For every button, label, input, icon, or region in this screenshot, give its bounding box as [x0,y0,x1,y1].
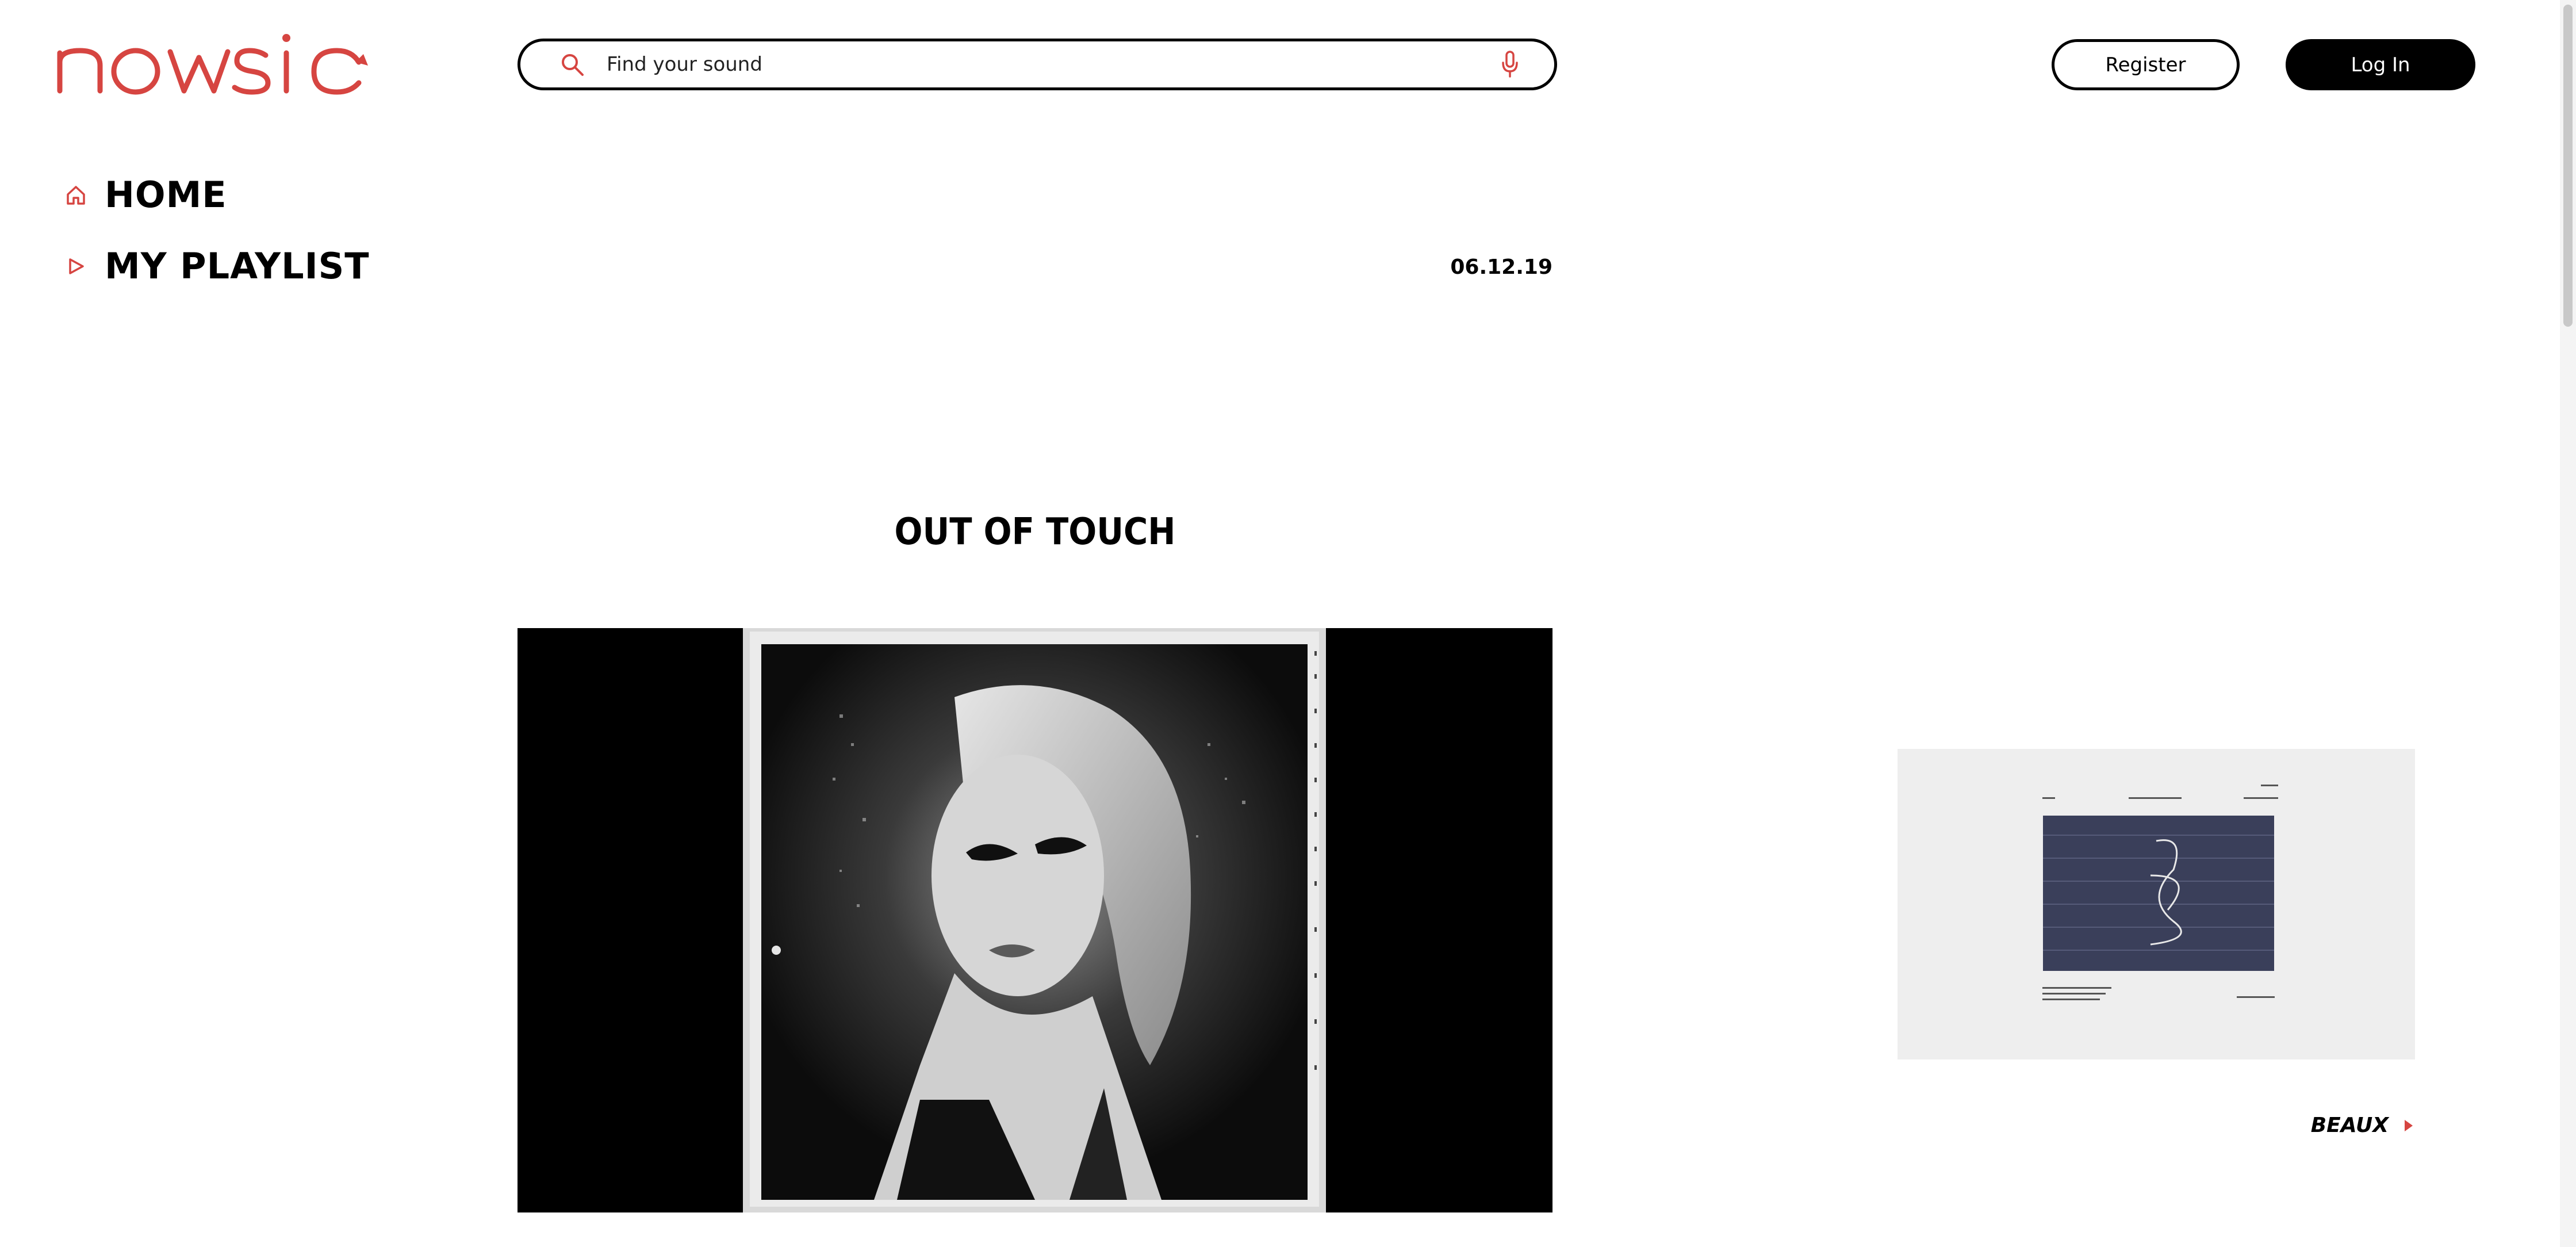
post-date: 06.12.19 [1450,255,1552,279]
related-release-card[interactable] [1897,749,2415,1059]
related-release-artwork [1897,749,2415,1059]
login-button[interactable]: Log In [2286,39,2475,90]
post-title[interactable]: OUT OF TOUCH [569,511,1501,553]
search-input[interactable] [605,47,1500,82]
nav-item-home[interactable]: HOME [64,177,227,213]
nav-item-label: HOME [105,174,227,216]
microphone-icon[interactable] [1500,50,1520,79]
post-cover-image[interactable] [518,628,1552,1212]
related-release-link[interactable]: BEAUX [2242,1114,2415,1137]
search-bar[interactable] [518,39,1557,90]
register-button[interactable]: Register [2052,39,2240,90]
nav-item-my-playlist[interactable]: MY PLAYLIST [64,248,370,284]
album-cover-photo [518,628,1552,1212]
play-triangle-icon [69,258,84,274]
nowsic-logo[interactable] [54,17,422,104]
nav-item-label: MY PLAYLIST [105,245,370,287]
home-icon [67,186,85,205]
related-release-caption: BEAUX [2310,1114,2389,1137]
page-scrollbar-thumb[interactable] [2563,5,2573,327]
arrow-right-icon [2405,1119,2413,1131]
search-icon[interactable] [559,52,585,77]
